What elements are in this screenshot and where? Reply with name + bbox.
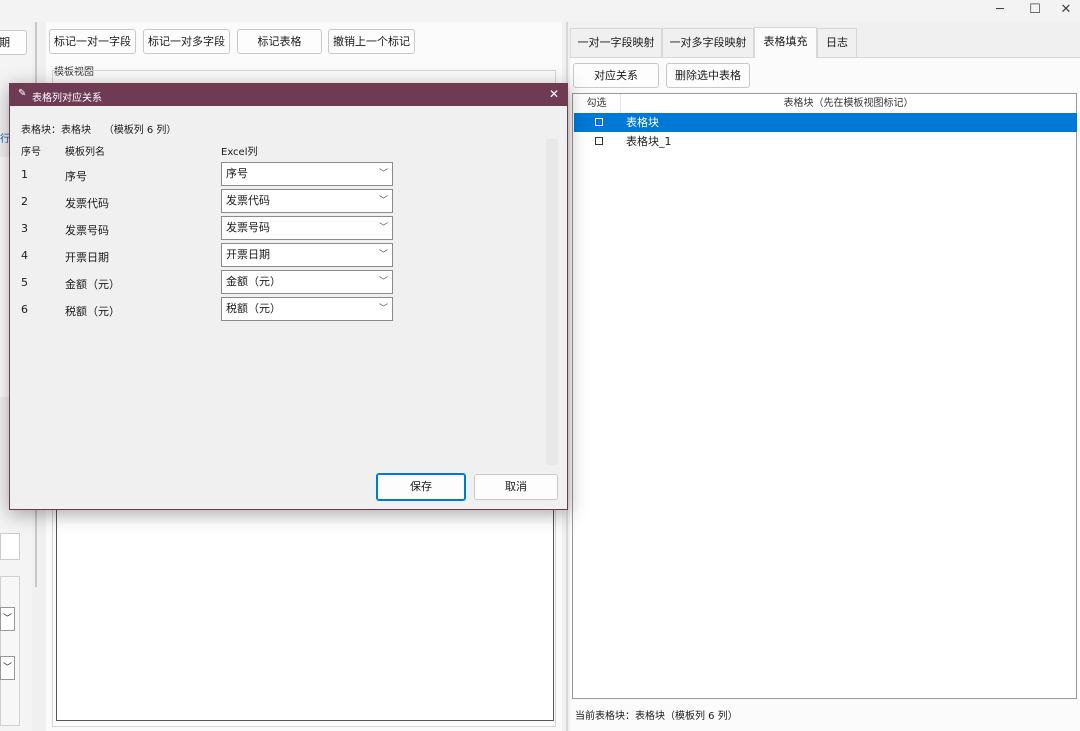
row-checkbox[interactable]: [595, 118, 603, 126]
excel-column-select[interactable]: 序号 ﹀: [221, 162, 393, 186]
row-index: 2: [21, 195, 28, 208]
row-template-name: 税额（元）: [65, 305, 120, 318]
row-template-name: 发票代码: [65, 197, 109, 210]
excel-column-select[interactable]: 发票号码 ﹀: [221, 216, 393, 240]
select-value: 开票日期: [226, 248, 270, 261]
feather-icon: ✎: [18, 88, 27, 99]
select-value: 税额（元）: [226, 302, 281, 315]
select-value: 序号: [226, 167, 248, 180]
minimize-icon[interactable]: ─: [982, 0, 1018, 22]
status-text: 当前表格块：表格块（模板列 6 列）: [575, 711, 738, 722]
select-value: 发票号码: [226, 221, 270, 234]
tab-table-fill[interactable]: 表格填充: [754, 27, 817, 58]
delete-selected-button[interactable]: 删除选中表格: [666, 63, 750, 88]
mark-one-to-one-button[interactable]: 标记一对一字段: [49, 29, 136, 54]
chevron-down-icon: ﹀: [378, 169, 388, 179]
left-partial-combo[interactable]: ﹀: [0, 607, 15, 631]
dialog-scrollbar[interactable]: [546, 139, 558, 465]
row-index: 5: [21, 276, 28, 289]
excel-column-select[interactable]: 税额（元） ﹀: [221, 297, 393, 321]
select-value: 发票代码: [226, 194, 270, 207]
row-name: 表格块_1: [626, 135, 672, 148]
dialog-info: 表格块：表格块 （模板列 6 列）: [21, 125, 177, 136]
chevron-down-icon: ﹀: [378, 223, 388, 233]
select-value: 金额（元）: [226, 275, 281, 288]
chevron-down-icon: ﹀: [378, 277, 388, 287]
window-titlebar: [0, 0, 1080, 22]
chevron-down-icon: ﹀: [378, 304, 388, 314]
tab-one-to-many[interactable]: 一对多字段映射: [662, 28, 754, 57]
cancel-button[interactable]: 取消: [474, 474, 558, 500]
dialog-close-icon[interactable]: ✕: [549, 87, 559, 101]
dialog-titlebar: ✎ 表格列对应关系 ✕: [10, 84, 567, 106]
template-canvas[interactable]: [56, 500, 554, 721]
table-row[interactable]: 表格块: [574, 113, 1077, 132]
maximize-icon[interactable]: ☐: [1017, 0, 1053, 22]
dialog-title: 表格列对应关系: [32, 93, 102, 104]
row-template-name: 序号: [65, 170, 87, 183]
mapping-button[interactable]: 对应关系: [573, 63, 659, 88]
table-block-grid: 勾选 表格块（先在模板视图标记） 表格块 表格块_1: [572, 93, 1077, 699]
left-partial-button[interactable]: 期: [0, 30, 27, 55]
row-index: 4: [21, 249, 28, 262]
mark-one-to-many-button[interactable]: 标记一对多字段: [143, 29, 230, 54]
row-template-name: 发票号码: [65, 224, 109, 237]
row-index: 3: [21, 222, 28, 235]
row-checkbox[interactable]: [595, 137, 603, 145]
excel-column-select[interactable]: 开票日期 ﹀: [221, 243, 393, 267]
row-template-name: 开票日期: [65, 251, 109, 264]
column-header-check[interactable]: 勾选: [573, 94, 621, 113]
left-partial-combo-2[interactable]: ﹀: [0, 656, 15, 680]
chevron-down-icon: ﹀: [378, 196, 388, 206]
mark-table-button[interactable]: 标记表格: [237, 29, 322, 54]
column-mapping-dialog: ✎ 表格列对应关系 ✕ 表格块：表格块 （模板列 6 列） 序号 模板列名 Ex…: [9, 83, 568, 510]
row-template-name: 金额（元）: [65, 278, 120, 291]
row-name: 表格块: [626, 116, 659, 129]
header-excel-col: Excel列: [221, 147, 258, 158]
table-row[interactable]: 表格块_1: [574, 132, 1077, 151]
chevron-down-icon: ﹀: [378, 250, 388, 260]
header-template-col: 模板列名: [65, 147, 105, 158]
row-index: 6: [21, 303, 28, 316]
left-partial-field[interactable]: [0, 533, 20, 560]
undo-mark-button[interactable]: 撤销上一个标记: [328, 29, 415, 54]
excel-column-select[interactable]: 发票代码 ﹀: [221, 189, 393, 213]
close-window-icon[interactable]: ✕: [1052, 0, 1080, 22]
row-index: 1: [21, 168, 28, 181]
column-header-name[interactable]: 表格块（先在模板视图标记）: [621, 94, 1076, 113]
save-button[interactable]: 保存: [376, 473, 466, 501]
excel-column-select[interactable]: 金额（元） ﹀: [221, 270, 393, 294]
tab-one-to-one[interactable]: 一对一字段映射: [570, 28, 662, 57]
tab-log[interactable]: 日志: [817, 28, 857, 57]
header-index: 序号: [21, 147, 41, 158]
left-partial-group: [0, 576, 20, 726]
